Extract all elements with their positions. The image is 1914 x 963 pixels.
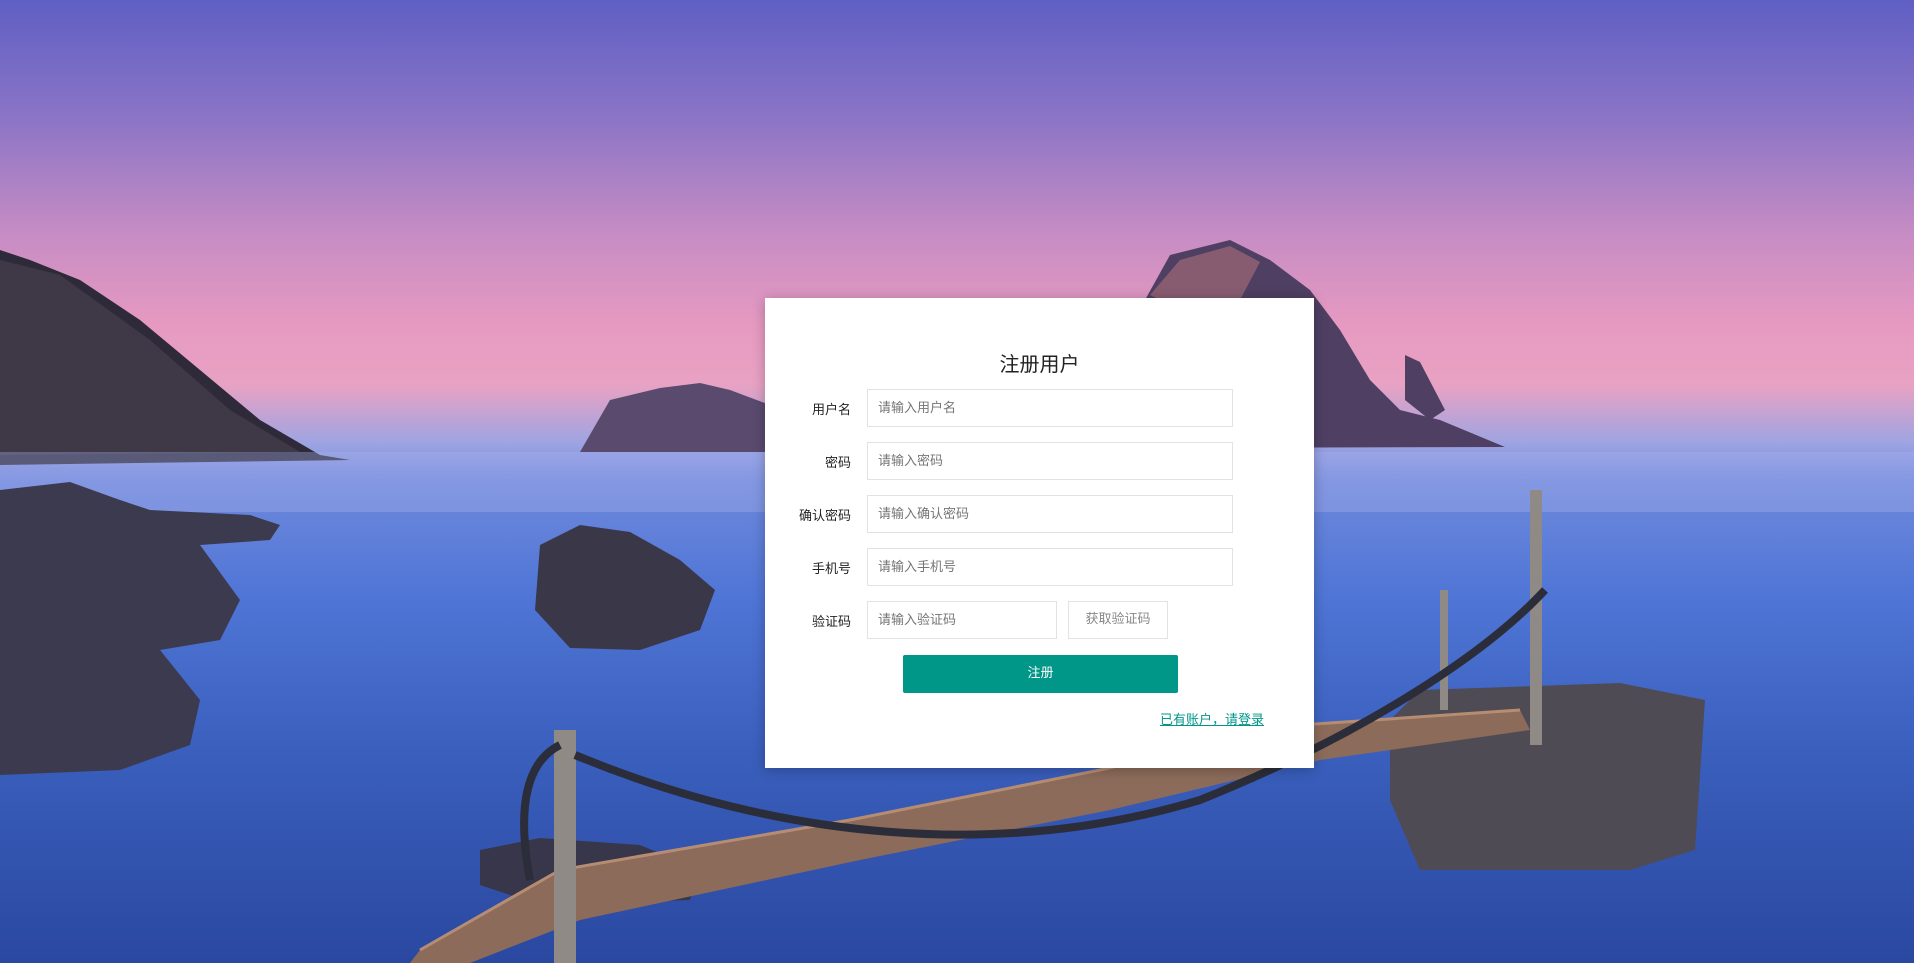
confirm-password-row: 确认密码 [765,495,1314,533]
username-input[interactable] [867,389,1233,427]
confirm-password-input[interactable] [867,495,1233,533]
username-label: 用户名 [811,403,851,418]
code-row: 验证码 获取验证码 [765,601,1314,639]
get-code-button[interactable]: 获取验证码 [1068,601,1168,639]
phone-label: 手机号 [811,562,851,577]
phone-input[interactable] [867,548,1233,586]
password-row: 密码 [765,442,1314,480]
confirm-password-label: 确认密码 [798,509,851,524]
password-input[interactable] [867,442,1233,480]
register-button[interactable]: 注册 [903,655,1178,693]
password-label: 密码 [824,456,851,471]
code-label: 验证码 [811,615,851,630]
code-input[interactable] [867,601,1057,639]
page-title: 注册用户 [999,352,1080,376]
phone-row: 手机号 [765,548,1314,586]
login-link[interactable]: 已有账户，请登录 [1160,709,1264,728]
register-card: 注册用户 用户名 密码 确认密码 手机号 验证码 获取验证码 注册 已有账户，请… [765,298,1314,768]
username-row: 用户名 [765,389,1314,427]
